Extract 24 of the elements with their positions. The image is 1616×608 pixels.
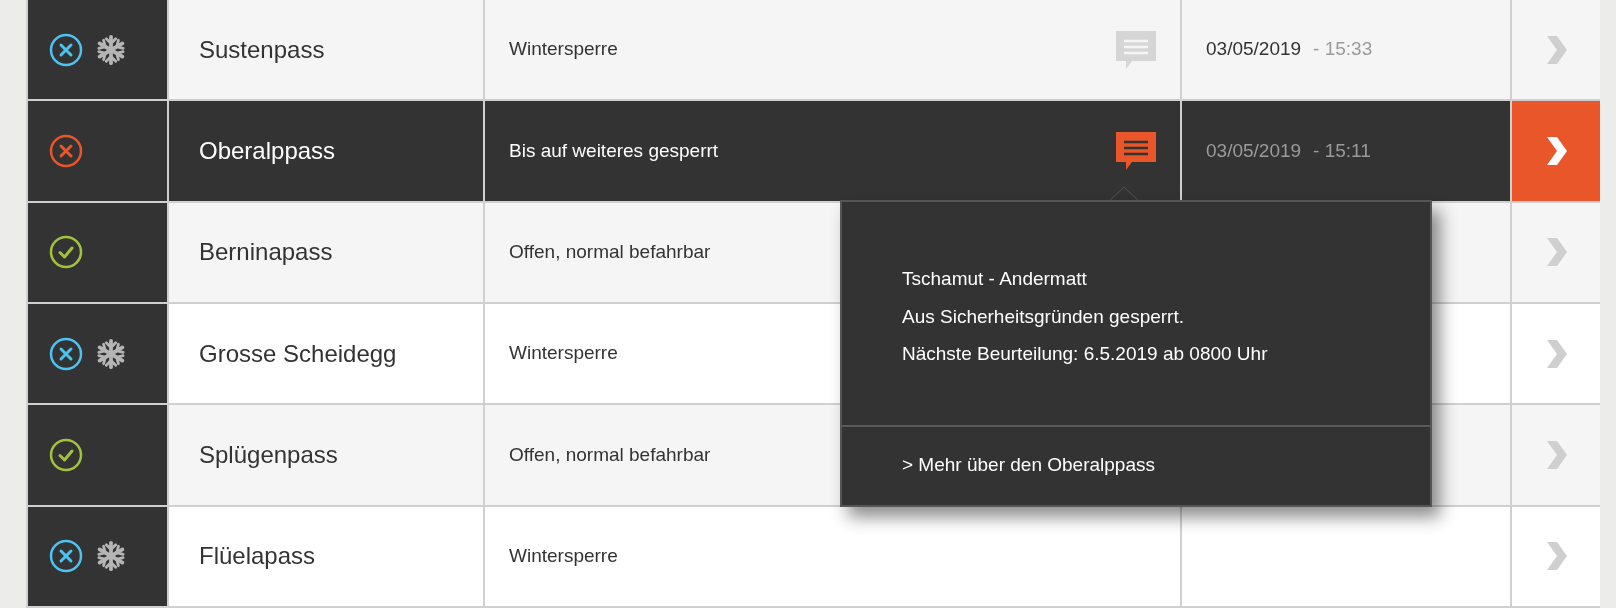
details-button[interactable] (1512, 101, 1600, 201)
status-message: Wintersperre (509, 544, 618, 569)
table-row[interactable]: Flüelapass Wintersperre (28, 506, 1600, 608)
update-time: - 15:11 (1313, 138, 1371, 163)
status-message: Wintersperre (509, 341, 618, 366)
pass-name: Splügenpass (199, 439, 338, 470)
status-message: Offen, normal befahrbar (509, 240, 711, 265)
pass-name: Flüelapass (199, 541, 316, 572)
popover-text-line: Nächste Beurteilung: 6.5.2019 ab 0800 Uhr (902, 342, 1269, 367)
status-message: Wintersperre (509, 37, 618, 62)
pass-name: Grosse Scheidegg (199, 338, 397, 369)
update-date: 03/05/2019 (1206, 138, 1302, 163)
popover-text-line: Tschamut - Andermatt (902, 267, 1088, 291)
more-info-link[interactable]: > Mehr über den Oberalppass (902, 453, 1155, 475)
pass-name: Sustenpass (199, 34, 325, 65)
status-message: Bis auf weiteres gesperrt (509, 138, 719, 163)
pass-name: Berninapass (199, 237, 333, 268)
comment-icon[interactable] (1116, 132, 1156, 170)
pass-name: Oberalppass (199, 136, 336, 166)
popover-text-line: Aus Sicherheitsgründen gesperrt. (902, 304, 1185, 329)
update-date: 03/05/2019 (1206, 37, 1302, 62)
update-time: - 15:33 (1313, 37, 1373, 62)
status-message: Offen, normal befahrbar (509, 442, 711, 467)
table-row[interactable]: Oberalppass Bis auf weiteres gesperrt 03/05/2019 - 15:11 (28, 101, 1600, 203)
